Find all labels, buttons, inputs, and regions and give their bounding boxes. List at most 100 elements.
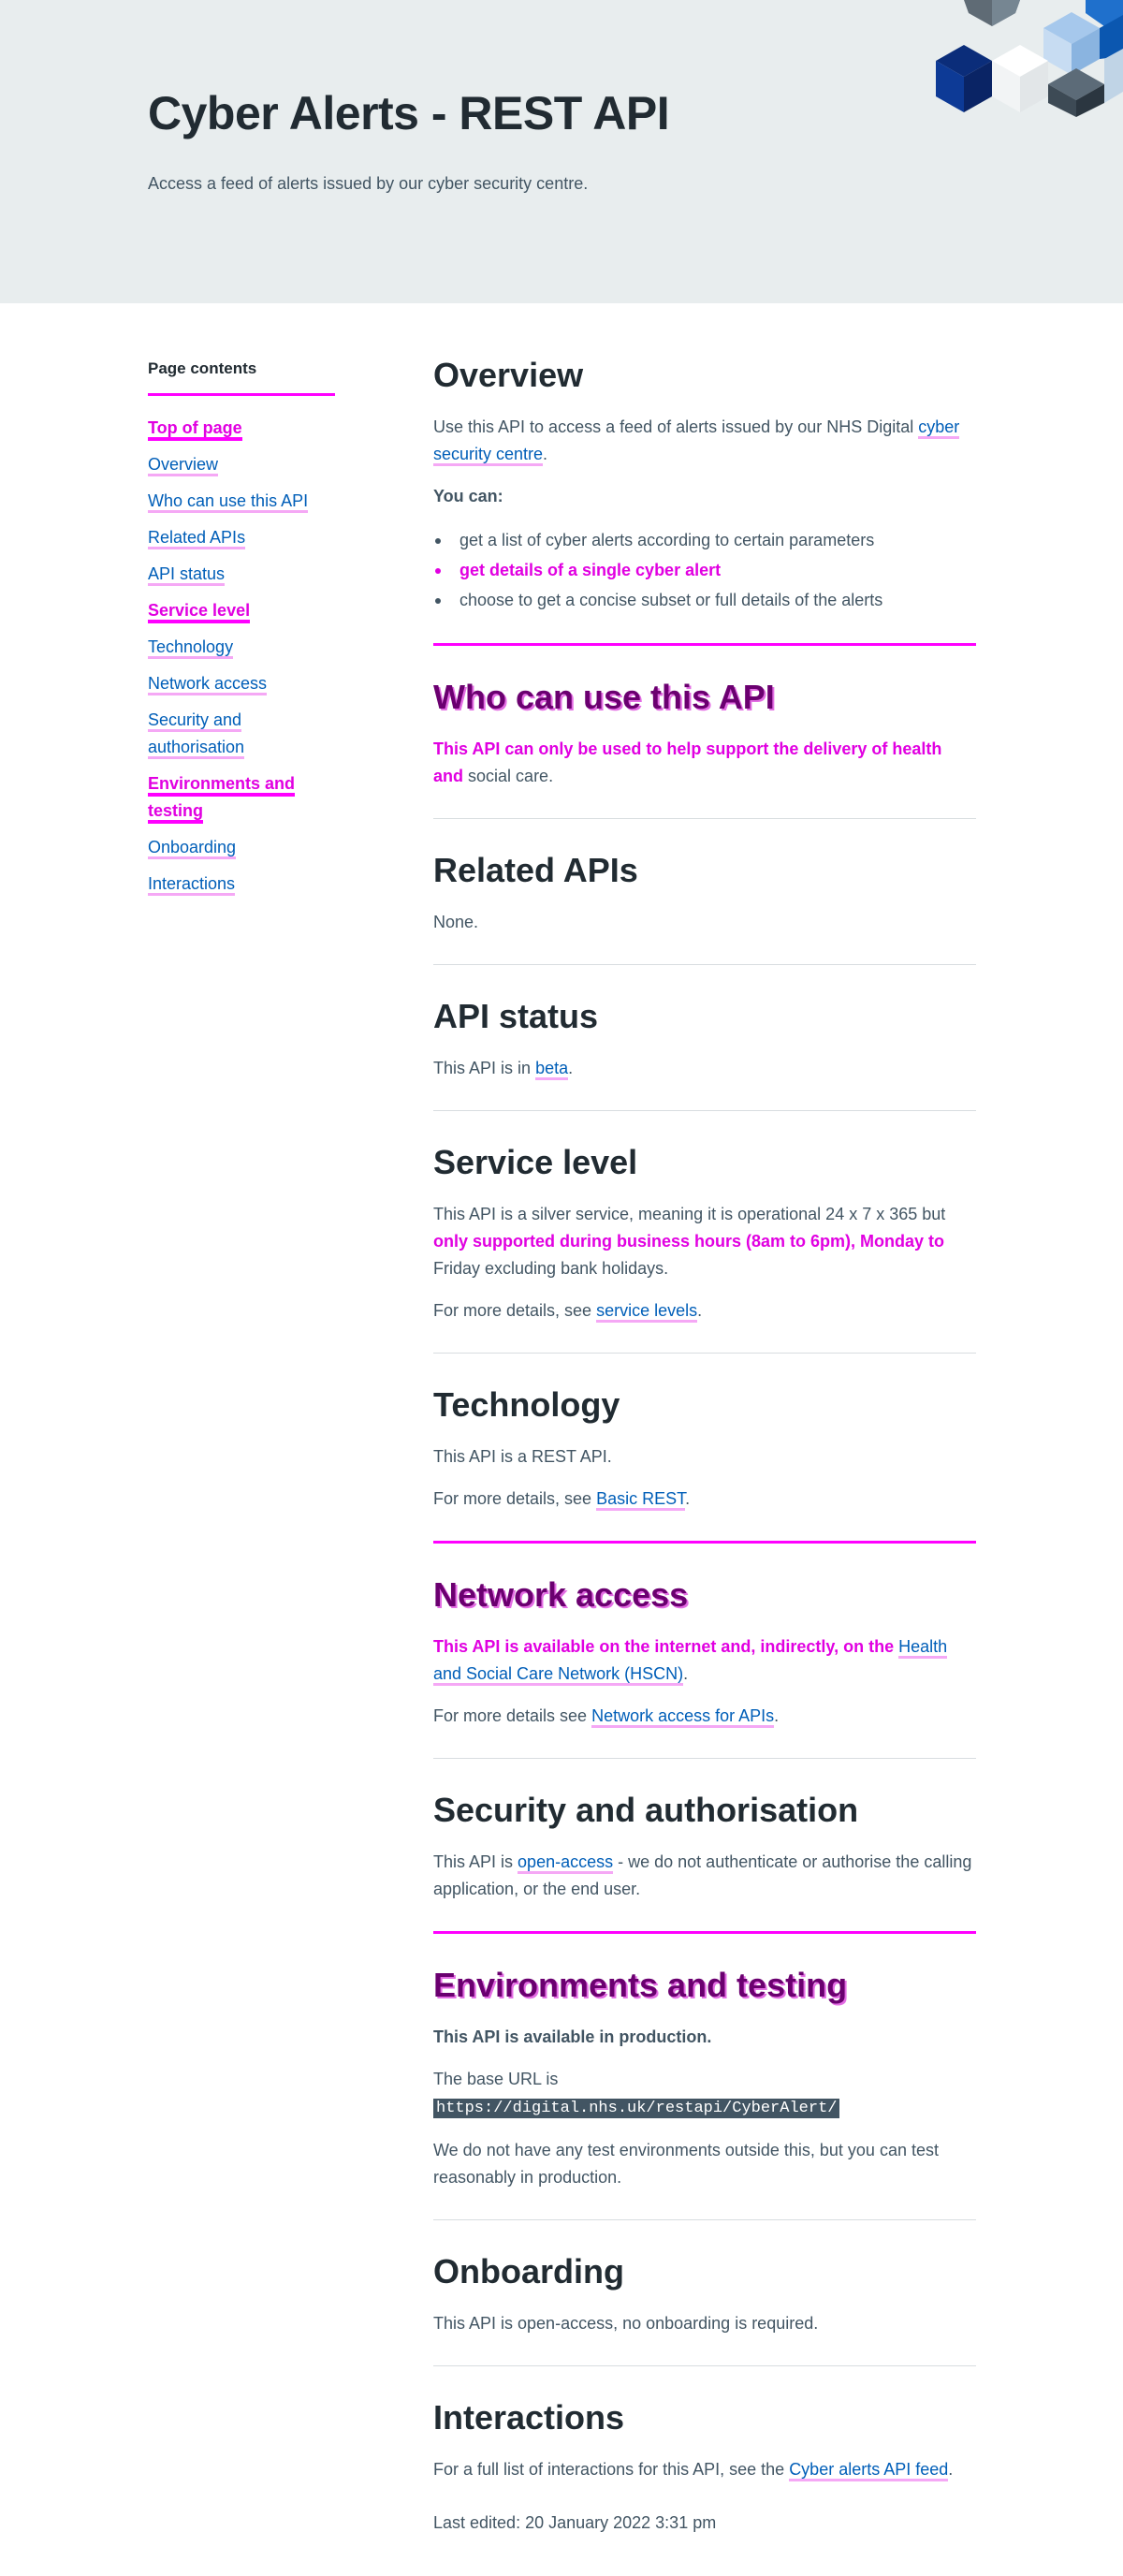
- interactions-text: For a full list of interactions for this…: [433, 2456, 976, 2483]
- onboarding-section: Onboarding This API is open-access, no o…: [433, 2252, 976, 2366]
- punctuation: .: [543, 445, 548, 463]
- nav-link-network-access[interactable]: Network access: [148, 674, 267, 693]
- environments-section: Environments and testing This API is ava…: [433, 1966, 976, 2220]
- nav-link-related-apis[interactable]: Related APIs: [148, 528, 245, 547]
- nav-link-api-status[interactable]: API status: [148, 564, 225, 583]
- nav-link-environments[interactable]: Environments and testing: [148, 774, 295, 820]
- api-status-heading: API status: [433, 997, 599, 1035]
- interactions-pre-text: For a full list of interactions for this…: [433, 2460, 785, 2479]
- page-contents-heading: Page contents: [148, 359, 335, 396]
- basic-rest-link[interactable]: Basic REST: [596, 1489, 685, 1508]
- who-rest-text: social care.: [468, 767, 554, 785]
- overview-bullet-list: get a list of cyber alerts according to …: [433, 525, 976, 615]
- related-apis-text: None.: [433, 913, 479, 931]
- open-access-link[interactable]: open-access: [518, 1852, 613, 1871]
- beta-link[interactable]: beta: [535, 1059, 568, 1077]
- environments-highlight-text: This API is available in production.: [433, 2027, 712, 2046]
- base-url-label: The base URL is: [433, 2070, 559, 2088]
- nav-link-interactions[interactable]: Interactions: [148, 874, 235, 893]
- punctuation: .: [948, 2460, 954, 2479]
- list-item: Overview: [148, 451, 335, 478]
- security-heading: Security and authorisation: [433, 1791, 859, 1829]
- security-section: Security and authorisation This API is o…: [433, 1791, 976, 1934]
- list-item: get a list of cyber alerts according to …: [433, 525, 976, 555]
- environments-heading: Environments and testing: [433, 1966, 848, 2004]
- nav-link-onboarding[interactable]: Onboarding: [148, 838, 236, 856]
- page-description: Access a feed of alerts issued by our cy…: [148, 174, 589, 193]
- service-level-section: Service level This API is a silver servi…: [433, 1143, 976, 1354]
- nav-link-overview[interactable]: Overview: [148, 455, 218, 474]
- decorative-cubes-graphic: [936, 0, 1123, 117]
- list-item: API status: [148, 561, 335, 588]
- related-apis-section: Related APIs None.: [433, 851, 976, 965]
- base-url-value: https://digital.nhs.uk/restapi/CyberAler…: [433, 2099, 840, 2118]
- punctuation: .: [774, 1706, 780, 1725]
- list-item: Who can use this API: [148, 488, 335, 515]
- network-access-heading: Network access: [433, 1575, 689, 1614]
- nav-link-who-can-use[interactable]: Who can use this API: [148, 491, 308, 510]
- onboarding-text: This API is open-access, no onboarding i…: [433, 2314, 819, 2333]
- security-text: This API is open-access - we do not auth…: [433, 1849, 976, 1903]
- list-item: Environments and testing: [148, 770, 335, 825]
- security-pre-text: This API is: [433, 1852, 514, 1871]
- nav-link-security[interactable]: Security and authorisation: [148, 710, 244, 756]
- you-can-label: You can:: [433, 487, 503, 505]
- service-text-2: Friday excluding bank holidays.: [433, 1259, 669, 1278]
- nav-link-top-of-page[interactable]: Top of page: [148, 418, 242, 437]
- related-apis-heading: Related APIs: [433, 851, 638, 889]
- network-access-text: This API is available on the internet an…: [433, 1633, 976, 1688]
- who-can-use-section: Who can use this API This API can only b…: [433, 678, 976, 819]
- network-more-text: For more details see Network access for …: [433, 1703, 976, 1730]
- page-title: Cyber Alerts - REST API: [148, 87, 670, 139]
- interactions-section: Interactions For a full list of interact…: [433, 2398, 976, 2565]
- main-content: Overview Use this API to access a feed o…: [433, 356, 976, 2576]
- technology-more-pre: For more details, see: [433, 1489, 592, 1508]
- punctuation: .: [683, 1664, 689, 1683]
- list-item: get details of a single cyber alert: [433, 555, 976, 585]
- service-level-text: This API is a silver service, meaning it…: [433, 1201, 976, 1282]
- technology-more-text: For more details, see Basic REST.: [433, 1486, 976, 1513]
- list-item: choose to get a concise subset or full d…: [433, 585, 976, 615]
- network-highlight-text: This API is available on the internet an…: [433, 1637, 895, 1656]
- base-url-text: The base URL is https://digital.nhs.uk/r…: [433, 2066, 840, 2122]
- technology-heading: Technology: [433, 1385, 620, 1424]
- page-contents-list: Top of page Overview Who can use this AP…: [148, 415, 335, 898]
- api-status-text: This API is in beta.: [433, 1055, 976, 1082]
- service-text-1: This API is a silver service, meaning it…: [433, 1205, 946, 1223]
- network-more-pre: For more details see: [433, 1706, 588, 1725]
- list-item: Service level: [148, 597, 335, 624]
- list-item: Top of page: [148, 415, 335, 442]
- nav-link-technology[interactable]: Technology: [148, 637, 233, 656]
- interactions-heading: Interactions: [433, 2398, 625, 2437]
- cyber-alerts-api-feed-link[interactable]: Cyber alerts API feed: [789, 2460, 948, 2479]
- technology-section: Technology This API is a REST API. For m…: [433, 1385, 976, 1544]
- overview-section: Overview Use this API to access a feed o…: [433, 356, 976, 646]
- list-item: Technology: [148, 634, 335, 661]
- onboarding-heading: Onboarding: [433, 2252, 624, 2291]
- service-levels-link[interactable]: service levels: [596, 1301, 697, 1320]
- status-pre-text: This API is in: [433, 1059, 532, 1077]
- security-post-text: - we do not authenticate or authorise th…: [433, 1852, 972, 1898]
- list-item: Interactions: [148, 871, 335, 898]
- last-edited-text: Last edited: 20 January 2022 3:31 pm: [433, 2513, 717, 2532]
- overview-heading: Overview: [433, 356, 584, 394]
- environments-text-2: We do not have any test environments out…: [433, 2141, 939, 2187]
- who-can-use-text: This API can only be used to help suppor…: [433, 736, 976, 790]
- who-can-use-heading: Who can use this API: [433, 678, 775, 716]
- list-item: Network access: [148, 670, 335, 697]
- overview-intro: Use this API to access a feed of alerts …: [433, 414, 976, 468]
- punctuation: .: [568, 1059, 574, 1077]
- network-access-section: Network access This API is available on …: [433, 1575, 976, 1759]
- service-level-heading: Service level: [433, 1143, 638, 1181]
- punctuation: .: [697, 1301, 703, 1320]
- service-more-text: For more details, see service levels.: [433, 1297, 976, 1325]
- page-header: Cyber Alerts - REST API Access a feed of…: [0, 0, 1123, 303]
- api-status-section: API status This API is in beta.: [433, 997, 976, 1111]
- service-highlight-text: only supported during business hours (8a…: [433, 1232, 945, 1251]
- list-item: Related APIs: [148, 524, 335, 551]
- network-access-for-apis-link[interactable]: Network access for APIs: [591, 1706, 774, 1725]
- service-more-pre: For more details, see: [433, 1301, 592, 1320]
- page-contents-nav: Page contents Top of page Overview Who c…: [148, 359, 335, 907]
- technology-text: This API is a REST API.: [433, 1447, 612, 1466]
- nav-link-service-level[interactable]: Service level: [148, 601, 250, 620]
